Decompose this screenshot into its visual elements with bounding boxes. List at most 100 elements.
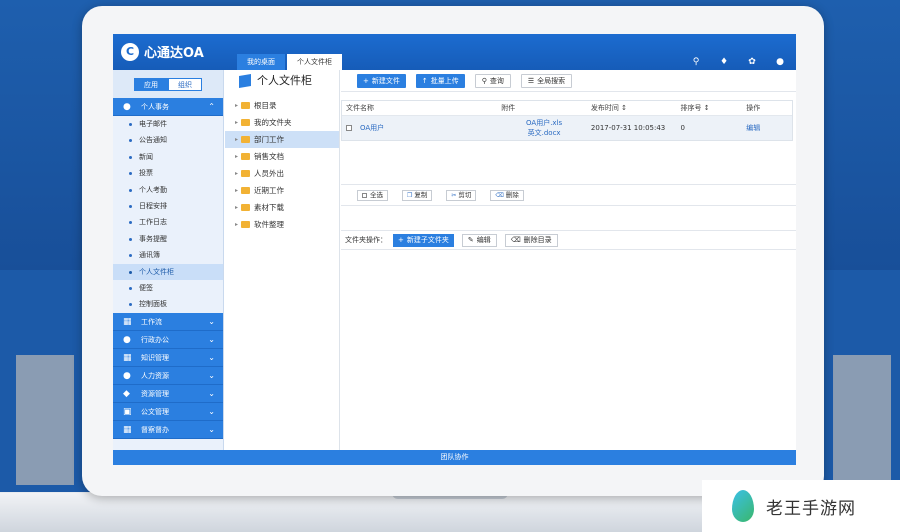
attachment-link[interactable]: OA用户.xls	[526, 118, 562, 128]
select-all-button[interactable]: 全选	[357, 189, 388, 201]
tree-item-downloads[interactable]: ▸ 素材下载	[225, 199, 339, 216]
sidebar-item-reminder[interactable]: 事务提醒	[113, 231, 223, 247]
sidebar-item-control-panel[interactable]: 控制面板	[113, 296, 223, 312]
sidebar-item-worklog[interactable]: 工作日志	[113, 214, 223, 230]
tree-item-dept-work[interactable]: ▸ 部门工作	[225, 131, 339, 148]
search-icon[interactable]: ⚲	[690, 56, 702, 68]
tree-item-label: 部门工作	[254, 135, 284, 144]
palette-icon[interactable]: ✿	[746, 56, 758, 68]
sidebar-item-notice[interactable]: 公告通知	[113, 132, 223, 148]
chevron-down-icon: ⌄	[208, 406, 215, 416]
header-icons: ⚲ ♦ ✿ ●	[674, 56, 786, 68]
calendar-icon: ▦	[123, 316, 132, 327]
upload-icon: ↑	[421, 76, 428, 85]
file-operations: 全选 ❐ 复制 ✂ 剪切 ⌫ 删除	[341, 184, 796, 206]
tree-item-recent-work[interactable]: ▸ 近期工作	[225, 182, 339, 199]
sidebar-group-label: 工作流	[141, 317, 162, 326]
app-header: C 心通达OA 我的桌面 个人文件柜 ⚲ ♦ ✿ ●	[113, 34, 796, 70]
sidebar-group-label: 公文管理	[141, 407, 169, 416]
logo-text: 心通达OA	[144, 46, 204, 61]
sidebar-group-personal[interactable]: ● 个人事务 ⌃	[113, 98, 223, 116]
tree-item-label: 我的文件夹	[254, 118, 292, 127]
chevron-down-icon: ⌄	[208, 334, 215, 344]
sidebar-group-supervision[interactable]: ▦ 督察督办 ⌄	[113, 420, 223, 439]
attachment-cell: OA用户.xls 英文.docx	[497, 116, 587, 140]
column-header-time[interactable]: 发布时间 ↕	[587, 101, 677, 115]
button-label: 查询	[489, 76, 504, 85]
sidebar-group-knowledge[interactable]: ▦ 知识管理 ⌄	[113, 348, 223, 367]
sidebar-item-email[interactable]: 电子邮件	[113, 116, 223, 132]
column-header-order[interactable]: 排序号 ↕	[677, 101, 743, 115]
logo[interactable]: C 心通达OA	[121, 42, 204, 61]
person-icon: ●	[123, 102, 131, 112]
logo-icon: C	[121, 42, 139, 61]
table-header: 文件名称 附件 发布时间 ↕ 排序号 ↕ 操作	[342, 101, 792, 116]
new-subfolder-button[interactable]: + 新建子文件夹	[393, 233, 454, 247]
sidebar-item-notes[interactable]: 便签	[113, 280, 223, 296]
query-button[interactable]: ⚲ 查询	[474, 73, 511, 88]
footer-bar: 团队协作	[113, 450, 796, 465]
tree-item-sales-docs[interactable]: ▸ 销售文档	[225, 148, 339, 165]
sidebar-item-news[interactable]: 新闻	[113, 149, 223, 165]
tree-item-label: 根目录	[254, 101, 277, 110]
file-table: 文件名称 附件 发布时间 ↕ 排序号 ↕ 操作 OA用户 OA用户.xls 英文…	[341, 100, 793, 141]
tab-my-desktop[interactable]: 我的桌面	[237, 54, 285, 70]
bell-icon[interactable]: ♦	[718, 56, 730, 68]
cut-button[interactable]: ✂ 剪切	[446, 189, 477, 201]
sidebar-group-hr[interactable]: ● 人力资源 ⌄	[113, 366, 223, 385]
batch-upload-button[interactable]: ↑ 批量上传	[415, 73, 465, 88]
tree-item-my-folder[interactable]: ▸ 我的文件夹	[225, 114, 339, 131]
tree-item-root[interactable]: ▸ 根目录	[225, 97, 339, 114]
publish-time-cell: 2017-07-31 10:05:43	[590, 124, 666, 132]
tree-title-text: 个人文件柜	[257, 74, 312, 87]
sidebar-item-file-cabinet[interactable]: 个人文件柜	[113, 263, 223, 280]
sidebar-item-schedule[interactable]: 日程安排	[113, 198, 223, 214]
file-name-link[interactable]: OA用户	[360, 123, 384, 133]
trash-icon: ⌫	[495, 191, 504, 199]
briefcase-icon: ▣	[123, 406, 132, 417]
tab-personal-cabinet[interactable]: 个人文件柜	[287, 54, 342, 70]
people-icon: ●	[123, 370, 131, 381]
edit-link[interactable]: 编辑	[742, 116, 792, 140]
tree-item-label: 近期工作	[254, 186, 284, 195]
row-checkbox[interactable]	[346, 125, 352, 131]
folder-icon	[241, 187, 250, 194]
sidebar-item-vote[interactable]: 投票	[113, 165, 223, 181]
chevron-down-icon: ⌄	[208, 370, 215, 380]
new-file-button[interactable]: + 新建文件	[357, 73, 406, 88]
chevron-down-icon: ⌄	[208, 316, 215, 326]
pencil-icon: ✎	[467, 235, 474, 244]
sidebar-group-admin[interactable]: ● 行政办公 ⌄	[113, 330, 223, 349]
sidebar: 应用 组织 ● 个人事务 ⌃ 电子邮件 公告通知 新闻 投票 个人考勤 日程安排…	[113, 70, 224, 450]
delete-button[interactable]: ⌫ 删除	[490, 189, 524, 201]
edit-folder-button[interactable]: ✎ 编辑	[461, 233, 497, 247]
sidebar-group-resources[interactable]: ◆ 资源管理 ⌄	[113, 384, 223, 403]
copy-button[interactable]: ❐ 复制	[402, 189, 433, 201]
cube-icon	[239, 73, 251, 89]
watermark: 老王手游网	[702, 480, 900, 532]
folder-icon	[241, 221, 250, 228]
delete-directory-button[interactable]: ⌫ 删除目录	[504, 233, 558, 247]
attachment-link[interactable]: 英文.docx	[528, 128, 561, 138]
switch-apps-button[interactable]: 应用	[134, 77, 168, 91]
admin-icon: ●	[123, 334, 131, 345]
app-window: C 心通达OA 我的桌面 个人文件柜 ⚲ ♦ ✿ ● 应用 组织 ● 个人事务 …	[113, 34, 796, 465]
order-cell: 0	[680, 124, 685, 132]
background-panel-right	[833, 355, 891, 485]
op-label: 删除	[505, 190, 519, 199]
sidebar-item-attendance[interactable]: 个人考勤	[113, 182, 223, 198]
tree-item-outings[interactable]: ▸ 人员外出	[225, 165, 339, 182]
nav-switch: 应用 组织	[113, 70, 223, 98]
global-search-button[interactable]: ☰ 全局搜索	[520, 73, 573, 88]
switch-org-button[interactable]: 组织	[168, 77, 202, 91]
sidebar-item-contacts[interactable]: 通讯簿	[113, 247, 223, 263]
sidebar-group-workflow[interactable]: ▦ 工作流 ⌄	[113, 312, 223, 331]
column-header-name: 文件名称	[346, 104, 374, 112]
folder-icon	[241, 119, 250, 126]
button-label: 编辑	[476, 235, 491, 244]
table-row: OA用户 OA用户.xls 英文.docx 2017-07-31 10:05:4…	[342, 116, 792, 140]
user-icon[interactable]: ●	[774, 56, 786, 68]
tree-item-software[interactable]: ▸ 软件整理	[225, 216, 339, 233]
folder-icon	[241, 136, 250, 143]
sidebar-group-documents[interactable]: ▣ 公文管理 ⌄	[113, 402, 223, 421]
